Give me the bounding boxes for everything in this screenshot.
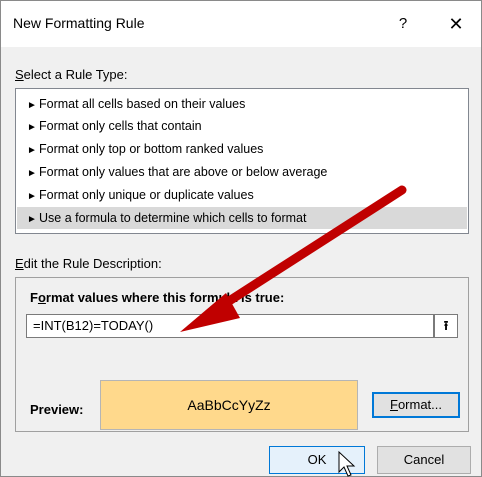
collapse-dialog-button[interactable]: ⭱ (434, 314, 458, 338)
close-icon: ✕ (448, 14, 464, 34)
rule-type-item[interactable]: ► Format only values that are above or be… (17, 161, 467, 183)
triangle-right-icon: ► (27, 100, 37, 111)
format-button[interactable]: Format... (372, 392, 460, 418)
triangle-right-icon: ► (27, 145, 37, 156)
select-rule-type-label: Select a Rule Type: (15, 67, 128, 82)
title-bar: New Formatting Rule ? ✕ (1, 1, 481, 47)
collapse-arrow-icon: ⭱ (443, 318, 449, 333)
triangle-right-icon: ► (27, 191, 37, 202)
rule-type-item[interactable]: ► Format only top or bottom ranked values (17, 138, 467, 160)
dialog-title: New Formatting Rule (13, 15, 145, 31)
help-button[interactable]: ? (387, 9, 419, 39)
formula-label: Format values where this formula is true… (30, 290, 285, 305)
formula-input[interactable]: =INT(B12)=TODAY() (26, 314, 434, 338)
rule-type-item[interactable]: ► Format all cells based on their values (17, 93, 467, 115)
ok-button[interactable]: OK (269, 446, 365, 474)
rule-type-list[interactable]: ► Format all cells based on their values … (15, 88, 469, 234)
close-button[interactable]: ✕ (439, 9, 473, 39)
rule-description-group: Format values where this formula is true… (15, 277, 469, 432)
rule-type-item[interactable]: ► Format only cells that contain (17, 115, 467, 137)
preview-label: Preview: (30, 402, 84, 417)
edit-rule-description-label: Edit the Rule Description: (15, 256, 162, 271)
triangle-right-icon: ► (27, 122, 37, 133)
new-formatting-rule-dialog: New Formatting Rule ? ✕ Select a Rule Ty… (0, 0, 482, 477)
cancel-button[interactable]: Cancel (377, 446, 471, 474)
triangle-right-icon: ► (27, 214, 37, 225)
rule-type-item[interactable]: ► Format only unique or duplicate values (17, 184, 467, 206)
help-icon: ? (398, 15, 408, 32)
format-preview: AaBbCcYyZz (100, 380, 358, 430)
triangle-right-icon: ► (27, 168, 37, 179)
rule-type-item-selected[interactable]: ► Use a formula to determine which cells … (17, 207, 467, 229)
